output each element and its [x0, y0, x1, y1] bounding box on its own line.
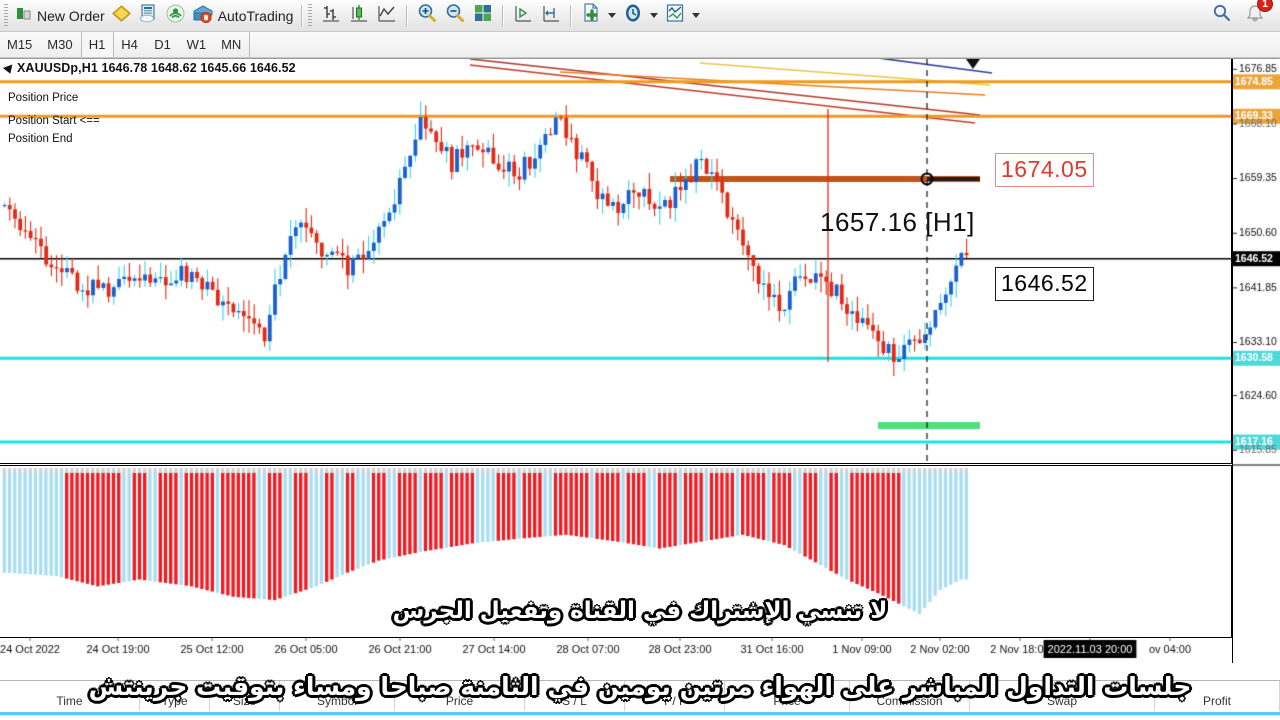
- toolbar-divider-3: [502, 4, 505, 27]
- object-label-position-end: Position End: [8, 133, 73, 145]
- terminal-window-button[interactable]: [135, 3, 162, 29]
- overlay-subtitle-line-1: لا تنسي الإشتراك في القناة وتفعيل الجرس: [392, 598, 888, 624]
- yellow-diamond-button[interactable]: [108, 3, 135, 29]
- period-clock-icon: [622, 2, 644, 29]
- time-axis: [0, 637, 1232, 664]
- resistance-price-box: 1674.05: [995, 153, 1094, 187]
- price-axis[interactable]: [1232, 59, 1280, 663]
- metatrader-window: New Order AutoTrading 1 M15 M30 H1 H4 D1…: [0, 0, 1280, 720]
- terminal-body-area: [0, 715, 1280, 720]
- new-template-button[interactable]: [577, 3, 619, 29]
- crosshair-price-label: 1657.16 [H1]: [820, 207, 975, 237]
- auto-scroll-button[interactable]: [537, 3, 565, 29]
- bar-chart-icon: [320, 2, 342, 29]
- time-axis-canvas: [0, 638, 1232, 664]
- new-template-chevron-down-icon[interactable]: [608, 13, 617, 18]
- timeframe-w1[interactable]: W1: [180, 32, 215, 57]
- timeframe-d1[interactable]: D1: [147, 32, 180, 57]
- current-price-box: 1646.52: [995, 267, 1094, 301]
- new-order-button[interactable]: New Order: [13, 3, 108, 29]
- object-label-position-start: Position Start <==: [8, 115, 100, 127]
- chart-area[interactable]: XAUUSDp,H1 1646.78 1648.62 1645.66 1646.…: [0, 58, 1280, 680]
- toolbar-divider-4: [570, 4, 573, 27]
- candlestick-chart-icon: [348, 2, 370, 29]
- chart-shift-icon: [512, 2, 534, 29]
- notification-badge: 1: [1257, 0, 1273, 12]
- search-icon[interactable]: [1212, 3, 1232, 28]
- chart-symbol-text: XAUUSDp,H1 1646.78 1648.62 1645.66 1646.…: [17, 61, 296, 75]
- bar-chart-button[interactable]: [317, 3, 345, 29]
- price-axis-canvas: [1233, 59, 1280, 663]
- price-pane[interactable]: XAUUSDp,H1 1646.78 1648.62 1645.66 1646.…: [0, 59, 1232, 464]
- signal-wifi-icon: [165, 3, 186, 29]
- period-chevron-down-icon[interactable]: [650, 13, 659, 18]
- zoom-in-icon: [416, 2, 438, 29]
- line-chart-icon: [376, 2, 398, 29]
- timeframe-h1[interactable]: H1: [80, 32, 114, 57]
- terminal-window-icon: [138, 3, 159, 29]
- toolbar-divider: [301, 4, 304, 27]
- candlestick-canvas[interactable]: [0, 59, 1231, 463]
- toolbar-divider-2: [406, 4, 409, 27]
- indicators-chevron-down-icon[interactable]: [692, 13, 701, 18]
- timeframe-bar: M15 M30 H1 H4 D1 W1 MN: [0, 32, 1280, 58]
- chart-symbol-header: XAUUSDp,H1 1646.78 1648.62 1645.66 1646.…: [2, 61, 296, 76]
- timeframe-bar-end-divider: [249, 32, 251, 57]
- timeframe-m15[interactable]: M15: [0, 32, 40, 57]
- chart-shift-button[interactable]: [509, 3, 537, 29]
- yellow-diamond-icon: [111, 3, 132, 29]
- autotrading-button[interactable]: AutoTrading: [189, 3, 297, 29]
- notification-bell-icon[interactable]: 1: [1244, 0, 1273, 29]
- line-chart-button[interactable]: [373, 3, 401, 29]
- indicators-icon: [664, 2, 686, 29]
- toolbar-grip[interactable]: [4, 3, 11, 28]
- zoom-out-icon: [444, 2, 466, 29]
- timeframe-h4[interactable]: H4: [114, 32, 147, 57]
- object-label-position-price: Position Price: [8, 92, 79, 104]
- main-toolbar: New Order AutoTrading 1: [0, 0, 1280, 32]
- indicators-button[interactable]: [661, 3, 703, 29]
- signal-wifi-button[interactable]: [162, 3, 189, 29]
- new-order-icon: [16, 5, 33, 27]
- chart-menu-triangle-icon[interactable]: [2, 64, 16, 76]
- auto-scroll-icon: [540, 2, 562, 29]
- overlay-subtitle-line-2: جلسات التداول المباشر على الهواء مرتين ي…: [88, 672, 1192, 701]
- period-button[interactable]: [619, 3, 661, 29]
- toolbar-right-group: 1: [1212, 0, 1276, 29]
- timeframe-mn[interactable]: MN: [214, 32, 249, 57]
- tile-windows-button[interactable]: [469, 3, 497, 29]
- new-order-label: New Order: [37, 7, 105, 24]
- zoom-in-button[interactable]: [413, 3, 441, 29]
- new-template-icon: [580, 2, 602, 29]
- zoom-out-button[interactable]: [441, 3, 469, 29]
- autotrading-label: AutoTrading: [217, 7, 294, 24]
- tile-windows-icon: [472, 2, 494, 29]
- chart-toolbar-grip[interactable]: [308, 3, 316, 28]
- autotrading-icon: [192, 3, 214, 29]
- timeframe-m30[interactable]: M30: [40, 32, 80, 57]
- candlestick-chart-button[interactable]: [345, 3, 373, 29]
